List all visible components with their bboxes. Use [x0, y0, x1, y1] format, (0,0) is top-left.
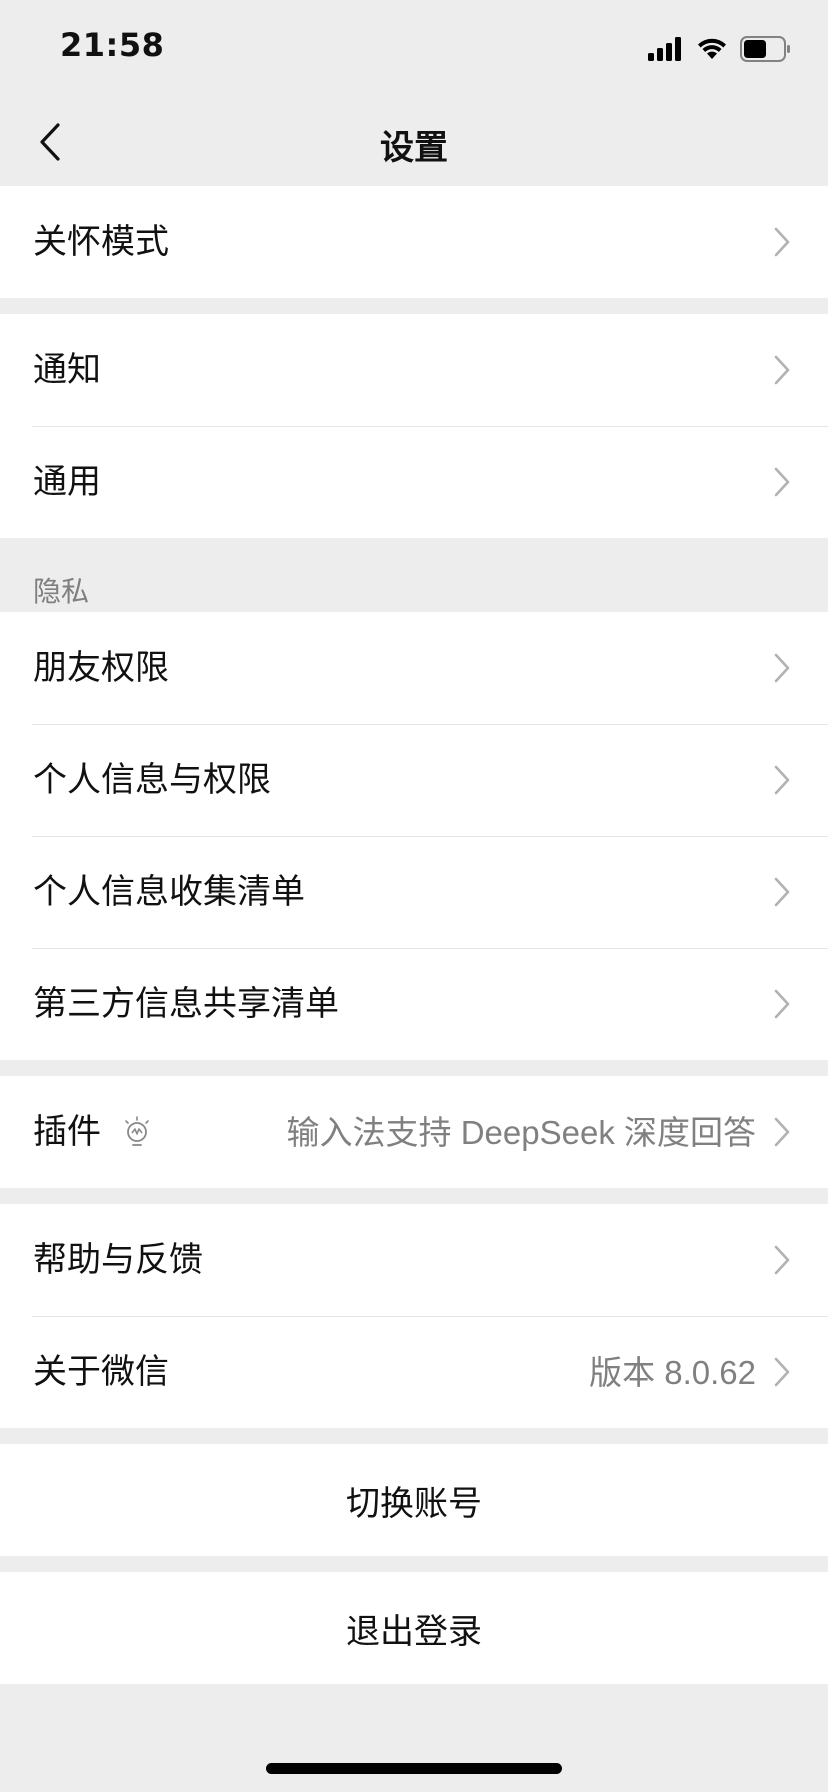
- row-help-feedback[interactable]: 帮助与反馈: [0, 1204, 828, 1316]
- chevron-right-icon: [774, 1117, 790, 1147]
- chevron-right-icon: [774, 765, 790, 795]
- nav-bar: 设置: [0, 100, 828, 184]
- chevron-right-icon: [774, 1245, 790, 1275]
- privacy-group: 朋友权限 个人信息与权限 个人信息收集清单 第三方信息共享清单: [0, 612, 828, 1060]
- care-group: 关怀模式: [0, 186, 828, 298]
- chevron-right-icon: [774, 227, 790, 257]
- battery-icon: [740, 36, 790, 62]
- row-label: 第三方信息共享清单: [33, 984, 339, 1024]
- chevron-right-icon: [774, 653, 790, 683]
- switch-account-label: 切换账号: [346, 1483, 482, 1524]
- status-time: 21:58: [60, 26, 165, 64]
- status-icons: [648, 34, 792, 64]
- row-value: 输入法支持 DeepSeek 深度回答: [286, 1113, 756, 1151]
- row-label: 通用: [33, 462, 101, 502]
- version-value: 版本 8.0.62: [589, 1353, 756, 1391]
- row-label: 个人信息收集清单: [33, 872, 305, 912]
- row-friend-permissions[interactable]: 朋友权限: [0, 612, 828, 724]
- cellular-signal-icon: [648, 37, 681, 61]
- row-personal-info-permissions[interactable]: 个人信息与权限: [0, 724, 828, 836]
- logout-label: 退出登录: [346, 1611, 482, 1652]
- section-header-privacy: 隐私: [33, 575, 90, 608]
- row-personal-info-collection-list[interactable]: 个人信息收集清单: [0, 836, 828, 948]
- chevron-right-icon: [774, 467, 790, 497]
- row-label: 通知: [33, 350, 101, 390]
- chevron-right-icon: [774, 355, 790, 385]
- wifi-icon: [698, 38, 726, 59]
- row-label: 关于微信: [33, 1352, 169, 1392]
- general-group: 通知 通用: [0, 314, 828, 538]
- logout-group: 退出登录: [0, 1572, 828, 1684]
- switch-account-group: 切换账号: [0, 1444, 828, 1556]
- row-general[interactable]: 通用: [0, 426, 828, 538]
- chevron-right-icon: [774, 877, 790, 907]
- row-label: 个人信息与权限: [33, 760, 271, 800]
- switch-account-button[interactable]: 切换账号: [0, 1444, 828, 1556]
- row-notifications[interactable]: 通知: [0, 314, 828, 426]
- row-label: 关怀模式: [33, 222, 169, 262]
- row-label: 帮助与反馈: [33, 1240, 203, 1280]
- row-about-wechat[interactable]: 关于微信 版本 8.0.62: [0, 1316, 828, 1428]
- chevron-right-icon: [774, 1357, 790, 1387]
- row-care-mode[interactable]: 关怀模式: [0, 186, 828, 298]
- settings-screen: 21:58 设置 关怀模式 通知 通用 隐私 朋友权限 个人信息与权限 个人信息…: [0, 0, 828, 1792]
- status-bar: 21:58: [0, 0, 828, 100]
- plugin-bulb-icon: [125, 1116, 149, 1146]
- logout-button[interactable]: 退出登录: [0, 1572, 828, 1684]
- row-label: 朋友权限: [33, 648, 169, 688]
- home-indicator: [266, 1763, 562, 1774]
- about-group: 帮助与反馈 关于微信 版本 8.0.62: [0, 1204, 828, 1428]
- row-third-party-sharing-list[interactable]: 第三方信息共享清单: [0, 948, 828, 1060]
- page-title: 设置: [380, 128, 448, 168]
- plugins-group: 插件 输入法支持 DeepSeek 深度回答: [0, 1076, 828, 1188]
- row-label: 插件: [33, 1112, 101, 1152]
- row-plugins[interactable]: 插件 输入法支持 DeepSeek 深度回答: [0, 1076, 828, 1188]
- chevron-right-icon: [774, 989, 790, 1019]
